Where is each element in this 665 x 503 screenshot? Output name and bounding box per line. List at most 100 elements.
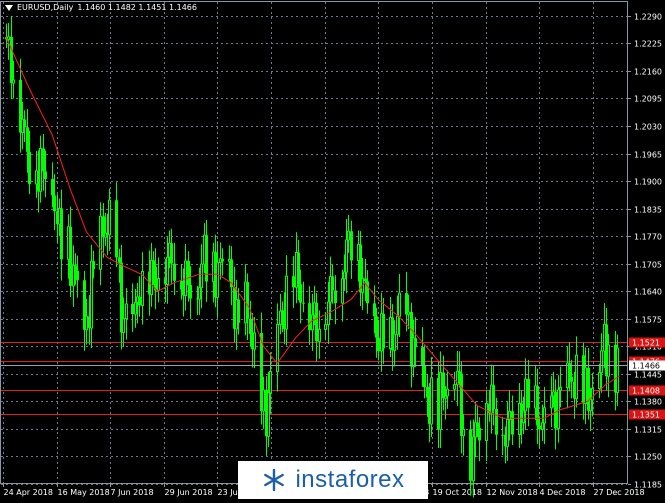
candle-body-bull [550,395,553,409]
candle-body-bear [501,434,504,436]
candle-body-bull [279,310,282,325]
price-chart[interactable]: 1.2290 1.2225 1.2160 1.2095 1.2030 1.1965 1.19… [0,0,665,499]
y-tick-label: 1.1445 [634,371,662,380]
y-tick-label: 1.1900 [634,178,662,187]
candle-body-bear [170,243,173,264]
candle-body-bull [341,278,344,304]
candle-body-bull [262,389,265,412]
x-tick-label: 27 Dec 2018 [594,488,645,497]
candle-body-bear [373,303,376,317]
y-tick-label: 1.1250 [634,453,662,462]
ohlc-values: 1.1460 1.1482 1.1451 1.1466 [77,3,197,12]
y-tick-label: 1.1380 [634,398,662,407]
symbol-label: EURUSD,Daily [17,3,74,12]
candle-body-bull [267,392,270,437]
candle-body-bear [118,257,121,263]
candle-body-bear [53,195,56,212]
candle-body-bull [607,344,610,377]
candle-body-bear [478,427,481,441]
candle-body-bear [554,391,557,429]
candle-body-bear [460,373,463,436]
instaforex-logo-icon [264,468,285,492]
candle-body-bull [439,372,442,430]
candle-body-bear [173,263,176,281]
candle-body-bear [187,260,190,286]
candle-body-bear [364,278,367,282]
candle-body-bull [559,386,562,391]
candle-body-bull [157,278,160,291]
candle-body-bull [557,389,560,429]
y-tick-label: 1.1835 [634,206,662,215]
y-tick-label: 1.1640 [634,288,662,297]
candle-body-bull [506,418,509,447]
candle-body-bear [60,208,63,260]
candle-body-bull [99,215,102,270]
candle-body-bear [10,36,13,83]
candle-body-bull [311,314,314,331]
candle-body-bull [472,436,475,482]
candle-body-bear [154,266,157,291]
candle-body-bull [393,333,396,351]
y-tick-label: 1.2290 [634,13,662,22]
candle-body-bear [377,337,380,351]
x-tick-label: 19 Oct 2018 [433,488,482,497]
candle-body-bull [396,315,399,335]
candle-body-bear [334,290,337,304]
candle-body-bear [426,386,429,398]
candle-body-bear [76,270,79,281]
candle-body-bear [511,411,514,435]
candle-body-bear [405,293,408,315]
candle-body-bull [90,260,93,329]
candle-body-bull [269,371,272,394]
candle-body-bear [315,302,318,342]
y-tick-label: 1.2095 [634,95,662,104]
level-price-label: 1.1351 [632,411,660,420]
candle-body-bull [446,388,449,397]
candle-body-bull [12,79,15,84]
candle-body-bear [414,338,417,348]
level-price-label: 1.1521 [632,339,660,348]
candle-body-bear [69,226,72,286]
candle-body-bear [51,179,54,196]
candle-body-bull [589,399,592,412]
candle-body-bull [522,410,525,424]
candle-body-bull [453,384,456,390]
candle-body-bear [350,231,353,261]
y-tick-label: 1.1705 [634,261,662,270]
candle-body-bear [492,385,495,409]
candle-body-bull [345,239,348,273]
candle-body-bull [616,347,619,393]
candle-body-bear [92,261,95,270]
candle-body-bear [538,425,541,430]
x-tick-label: 16 May 2018 [58,488,110,497]
candle-body-bear [131,303,134,315]
candle-body-bull [598,372,601,389]
candle-body-bear [180,280,183,290]
level-price-label: 1.1408 [632,387,660,396]
y-tick-label: 1.2160 [634,68,662,77]
candle-body-bear [28,151,31,184]
candle-body-bull [134,301,137,315]
y-tick-label: 1.1770 [634,233,662,242]
candle-body-bear [308,303,311,330]
candle-body-bear [246,282,249,319]
candle-body-bear [299,284,302,303]
candle-body-bull [591,387,594,401]
candle-body-bull [524,378,527,412]
candle-body-bull [108,199,111,236]
candle-body-bear [536,386,539,426]
candle-body-bear [375,316,378,338]
candle-body-bear [189,285,192,299]
candle-body-bear [152,260,155,267]
candle-body-bull [85,315,88,331]
candle-body-bull [318,328,321,342]
candle-body-bull [584,367,587,405]
brand-watermark: instaforex [238,461,428,499]
candle-body-bear [74,265,77,271]
collapse-triangle-icon[interactable] [5,4,13,11]
chart-header: EURUSD,Daily 1.1460 1.1482 1.1451 1.1466 [5,3,197,12]
chart-canvas[interactable]: 1.2290 1.2225 1.2160 1.2095 1.2030 1.1965 1.19… [0,0,665,499]
candle-body-bull [122,318,125,333]
x-tick-label: 24 Apr 2018 [4,488,53,497]
candle-body-bull [276,323,279,373]
